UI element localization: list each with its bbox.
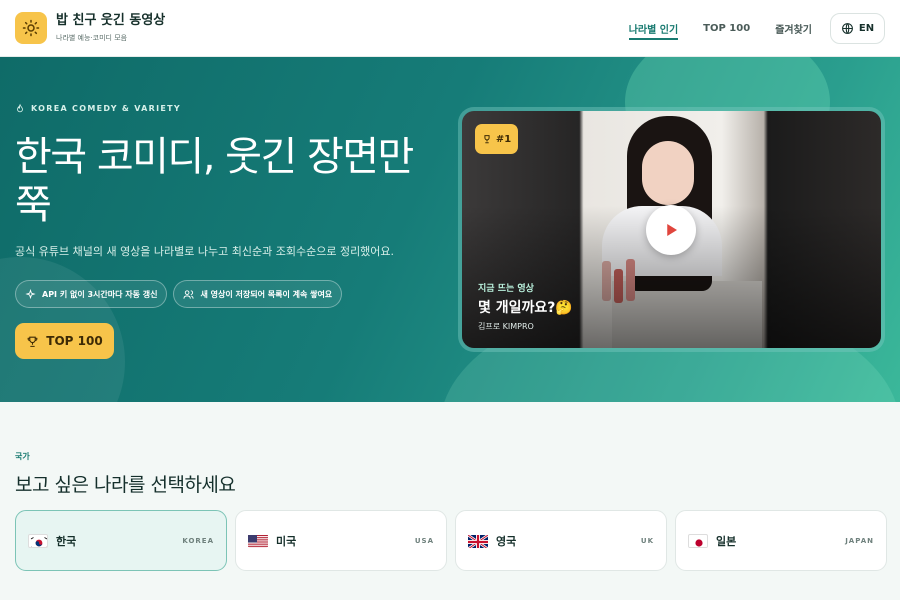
trophy-icon — [27, 336, 38, 347]
kr-flag-icon — [28, 533, 48, 548]
rank-badge: #1 — [475, 124, 518, 154]
nav-country-popular[interactable]: 나라별 인기 — [628, 21, 679, 40]
globe-icon — [841, 22, 853, 34]
country-card-uk[interactable]: 영국 UK — [455, 510, 667, 571]
section-label: 국가 — [15, 452, 30, 461]
us-flag-icon — [248, 534, 268, 548]
nav-favorites[interactable]: 즐겨찾기 — [775, 21, 812, 36]
uk-flag-icon — [468, 533, 488, 548]
nav-top100[interactable]: TOP 100 — [703, 23, 750, 34]
country-list: 한국 KOREA 미국 USA 영국 UK 일본 JAPAN — [15, 510, 887, 571]
country-card-korea[interactable]: 한국 KOREA — [15, 510, 227, 571]
country-card-japan[interactable]: 일본 JAPAN — [675, 510, 887, 571]
hero-description: 공식 유튜브 채널의 새 영상을 나라별로 나누고 최신순과 조회수순으로 정리… — [15, 245, 395, 258]
sparkle-icon — [25, 288, 36, 299]
country-english-name: USA — [414, 536, 434, 545]
play-icon — [667, 224, 677, 236]
main-nav: 나라별 인기 TOP 100 즐겨찾기 EN — [604, 12, 885, 44]
featured-video-card[interactable]: #1 지금 뜨는 영상 몇 개일까요?🤔 김프로 KIMPRO — [458, 107, 885, 352]
sun-logo-icon[interactable] — [15, 12, 47, 44]
top100-button-label: TOP 100 — [46, 334, 103, 348]
country-english-name: JAPAN — [845, 536, 874, 545]
top-header: 밥 친구 웃긴 동영상 나라별 예능·코미디 모음 나라별 인기 TOP 100… — [0, 0, 900, 57]
saved-videos-chip: 새 영상이 저장되어 목록이 계속 쌓여요 — [173, 280, 343, 308]
video-tag: 지금 뜨는 영상 — [478, 284, 534, 294]
country-english-name: UK — [640, 536, 654, 545]
language-label: EN — [858, 22, 875, 34]
flame-icon — [17, 103, 23, 113]
auto-refresh-chip: API 키 없이 3시간마다 자동 갱신 — [15, 280, 168, 308]
country-card-usa[interactable]: 미국 USA — [235, 510, 447, 571]
hero-section: KOREA COMEDY & VARIETY 한국 코미디, 웃긴 장면만 쭉 … — [0, 57, 900, 402]
hero-eyebrow: KOREA COMEDY & VARIETY — [15, 103, 181, 114]
brand[interactable]: 밥 친구 웃긴 동영상 나라별 예능·코미디 모음 — [56, 13, 165, 43]
hero-eyebrow-text: KOREA COMEDY & VARIETY — [31, 104, 182, 113]
country-name: 미국 — [276, 534, 297, 548]
section-title: 보고 싶은 나라를 선택하세요 — [15, 474, 236, 496]
video-thumbnail[interactable]: #1 지금 뜨는 영상 몇 개일까요?🤔 김프로 KIMPRO — [462, 111, 881, 348]
country-name: 한국 — [56, 534, 77, 548]
jp-flag-icon — [688, 533, 708, 548]
chip-label: API 키 없이 3시간마다 자동 갱신 — [42, 289, 158, 299]
trophy-icon — [484, 135, 490, 144]
video-title[interactable]: 몇 개일까요?🤔 — [478, 297, 573, 317]
country-english-name: KOREA — [182, 536, 214, 545]
rank-label: #1 — [495, 133, 512, 145]
brand-title: 밥 친구 웃긴 동영상 — [56, 13, 166, 28]
brand-subtitle: 나라별 예능·코미디 모음 — [56, 34, 128, 42]
play-button[interactable] — [646, 205, 696, 255]
hero-title: 한국 코미디, 웃긴 장면만 쭉 — [15, 134, 414, 228]
video-channel: 김프로 KIMPRO — [478, 322, 534, 331]
language-button[interactable]: EN — [830, 12, 885, 44]
chip-label: 새 영상이 저장되어 목록이 계속 쌓여요 — [200, 289, 333, 299]
hero-chips: API 키 없이 3시간마다 자동 갱신 새 영상이 저장되어 목록이 계속 쌓… — [15, 280, 343, 308]
top100-button[interactable]: TOP 100 — [15, 323, 114, 359]
country-name: 일본 — [716, 534, 737, 548]
users-icon — [183, 289, 195, 299]
country-name: 영국 — [496, 534, 517, 548]
